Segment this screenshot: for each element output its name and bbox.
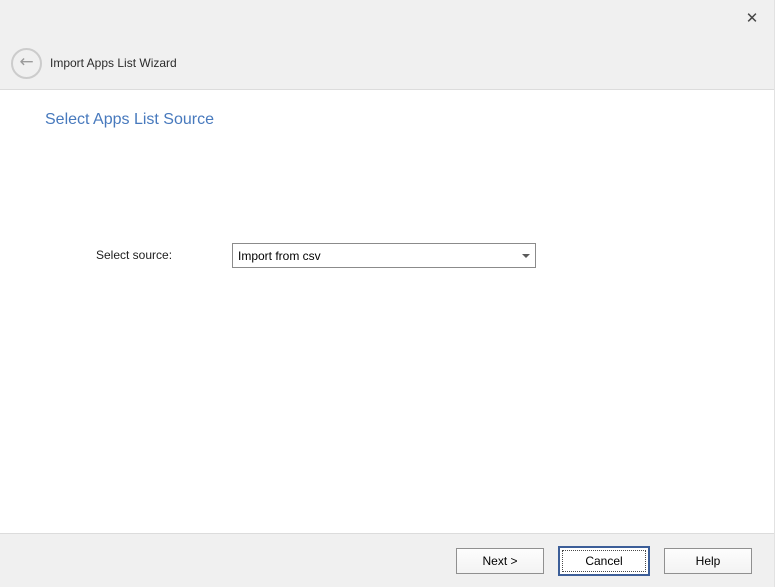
wizard-header: ✕ ← Import Apps List Wizard bbox=[0, 0, 774, 90]
source-select[interactable]: Import from csv bbox=[232, 243, 536, 268]
wizard-dialog: ✕ ← Import Apps List Wizard Select Apps … bbox=[0, 0, 775, 587]
source-select-value: Import from csv bbox=[233, 249, 517, 263]
wizard-footer: Next > Cancel Help bbox=[0, 533, 774, 587]
chevron-down-icon[interactable] bbox=[517, 244, 535, 267]
close-icon: ✕ bbox=[746, 9, 759, 27]
page-heading: Select Apps List Source bbox=[45, 111, 214, 129]
wizard-content: Select Apps List Source Select source: I… bbox=[0, 91, 774, 533]
next-button[interactable]: Next > bbox=[456, 548, 544, 574]
close-button[interactable]: ✕ bbox=[736, 4, 768, 32]
source-row: Select source: Import from csv bbox=[0, 242, 774, 268]
wizard-title: Import Apps List Wizard bbox=[50, 56, 177, 70]
back-button[interactable]: ← bbox=[11, 48, 42, 79]
cancel-button[interactable]: Cancel bbox=[558, 546, 650, 576]
back-arrow-icon: ← bbox=[19, 54, 33, 71]
help-button[interactable]: Help bbox=[664, 548, 752, 574]
source-label: Select source: bbox=[96, 248, 172, 262]
